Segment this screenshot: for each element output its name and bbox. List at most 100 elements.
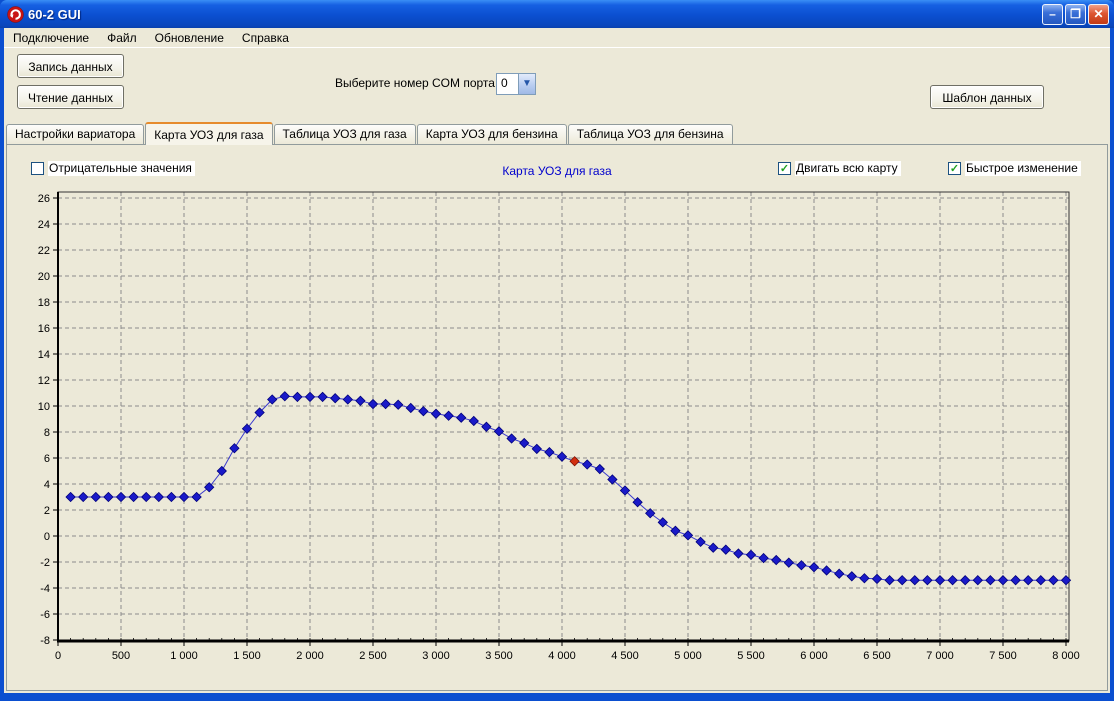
close-icon[interactable]: ✕ (1088, 4, 1109, 25)
data-point (734, 549, 743, 558)
data-point (1049, 576, 1058, 585)
data-point (104, 492, 113, 501)
data-point (142, 492, 151, 501)
data-point (444, 411, 453, 420)
data-point (923, 576, 932, 585)
window-title: 60-2 GUI (28, 7, 1040, 22)
data-point (583, 460, 592, 469)
data-point (797, 561, 806, 570)
svg-text:0: 0 (55, 650, 61, 662)
data-point (167, 492, 176, 501)
check-icon: ✓ (948, 162, 961, 175)
checkbox-label: Быстрое изменение (965, 161, 1081, 176)
data-point (482, 422, 491, 431)
data-point (935, 576, 944, 585)
svg-text:26: 26 (38, 193, 50, 205)
svg-text:-4: -4 (40, 583, 50, 595)
svg-text:0: 0 (44, 531, 50, 543)
data-point (545, 448, 554, 457)
data-point (79, 492, 88, 501)
svg-text:8: 8 (44, 427, 50, 439)
data-point (494, 427, 503, 436)
app-window: 60-2 GUI – ❐ ✕ Подключение Файл Обновлен… (0, 0, 1114, 701)
data-point (431, 409, 440, 418)
svg-text:1 000: 1 000 (170, 650, 198, 662)
app-icon (7, 6, 24, 23)
data-point (91, 492, 100, 501)
svg-text:7 000: 7 000 (926, 650, 954, 662)
data-point (356, 396, 365, 405)
data-point (557, 452, 566, 461)
data-point (1011, 576, 1020, 585)
svg-text:500: 500 (112, 650, 130, 662)
data-point (835, 569, 844, 578)
data-point (154, 492, 163, 501)
data-point (784, 558, 793, 567)
data-point (948, 576, 957, 585)
svg-text:10: 10 (38, 401, 50, 413)
svg-text:-8: -8 (40, 635, 50, 647)
negative-values-checkbox[interactable]: Отрицательные значения (31, 161, 195, 176)
svg-text:-6: -6 (40, 609, 50, 621)
move-whole-map-checkbox[interactable]: ✓ Двигать всю карту (778, 161, 901, 176)
data-point (520, 438, 529, 447)
data-point (230, 444, 239, 453)
data-point (280, 392, 289, 401)
checkbox-label: Двигать всю карту (795, 161, 901, 176)
svg-text:3 500: 3 500 (485, 650, 513, 662)
data-point (1036, 576, 1045, 585)
tab-uoz-map-gas[interactable]: Карта УОЗ для газа (145, 122, 272, 145)
data-point (343, 395, 352, 404)
data-point (129, 492, 138, 501)
tab-variator-settings[interactable]: Настройки вариатора (6, 124, 144, 144)
tab-uoz-map-petrol[interactable]: Карта УОЗ для бензина (417, 124, 567, 144)
title-bar[interactable]: 60-2 GUI – ❐ ✕ (0, 0, 1114, 28)
svg-text:4: 4 (44, 479, 50, 491)
data-point (872, 574, 881, 583)
svg-text:12: 12 (38, 375, 50, 387)
data-point (998, 576, 1007, 585)
data-point (898, 576, 907, 585)
data-point (1024, 576, 1033, 585)
data-point (671, 526, 680, 535)
data-point (394, 400, 403, 409)
checkbox-label: Отрицательные значения (48, 161, 195, 176)
svg-text:-2: -2 (40, 557, 50, 569)
data-point (709, 543, 718, 552)
data-point (457, 413, 466, 422)
svg-text:20: 20 (38, 271, 50, 283)
data-point (658, 518, 667, 527)
data-point (66, 492, 75, 501)
svg-text:2 000: 2 000 (296, 650, 324, 662)
data-point (532, 444, 541, 453)
data-point (305, 392, 314, 401)
svg-text:6: 6 (44, 453, 50, 465)
data-point (973, 576, 982, 585)
tab-strip: Настройки вариатора Карта УОЗ для газа Т… (6, 121, 734, 144)
fast-change-checkbox[interactable]: ✓ Быстрое изменение (948, 161, 1081, 176)
svg-text:6 500: 6 500 (863, 650, 891, 662)
svg-text:5 500: 5 500 (737, 650, 765, 662)
data-point (406, 403, 415, 412)
svg-text:2: 2 (44, 505, 50, 517)
data-point (986, 576, 995, 585)
data-point (683, 531, 692, 540)
svg-text:7 500: 7 500 (989, 650, 1017, 662)
check-icon: ✓ (778, 162, 791, 175)
data-point (860, 574, 869, 583)
svg-text:5 000: 5 000 (674, 650, 702, 662)
data-point (116, 492, 125, 501)
data-point (961, 576, 970, 585)
data-point (759, 554, 768, 563)
maximize-icon[interactable]: ❐ (1065, 4, 1086, 25)
tab-uoz-table-petrol[interactable]: Таблица УОЗ для бензина (568, 124, 733, 144)
tab-uoz-table-gas[interactable]: Таблица УОЗ для газа (274, 124, 416, 144)
client-area: Подключение Файл Обновление Справка Запи… (4, 28, 1110, 693)
svg-text:14: 14 (38, 349, 50, 361)
svg-text:2 500: 2 500 (359, 650, 387, 662)
data-point (217, 466, 226, 475)
minimize-icon[interactable]: – (1042, 4, 1063, 25)
data-point (507, 434, 516, 443)
svg-text:4 500: 4 500 (611, 650, 639, 662)
data-point (381, 399, 390, 408)
